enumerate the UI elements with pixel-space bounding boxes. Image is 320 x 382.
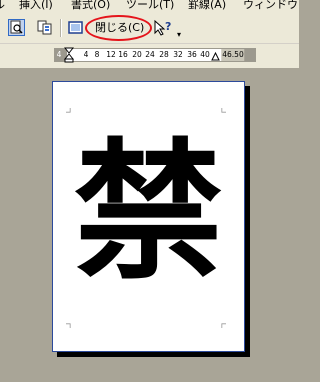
ruler-right-label: 46.50 [221,49,245,61]
menu-item-table[interactable]: 罫線(A) [188,0,226,11]
ruler-tick: 16 [118,50,128,59]
horizontal-ruler[interactable]: 4 4 8 12 16 20 24 28 32 36 40 46.50 [54,47,256,63]
magnifier-icon[interactable] [8,19,25,36]
ruler-tick: 8 [94,50,100,59]
ruler-tick: 12 [106,50,116,59]
margin-corner-mark [221,108,226,113]
indent-marker-icon[interactable] [64,47,74,63]
toolbar-separator [60,19,62,37]
ruler-margin-label: 4 [56,50,62,59]
margin-corner-mark [66,108,71,113]
help-pointer-icon[interactable]: ? [153,19,173,36]
preview-page[interactable]: 禁 [52,81,245,352]
menu-bar: ル 挿入(I) 書式(O) ツール(T) 罫線(A) ウィンドウ [0,0,299,13]
preview-toolbar: 閉じる(C) ? ▾ [0,13,299,44]
margin-corner-mark [221,323,226,328]
right-indent-marker-icon[interactable] [211,51,220,61]
ruler-tick: 4 [83,50,89,59]
multi-page-icon[interactable] [36,19,53,36]
menu-item-format[interactable]: 書式(O) [71,0,110,11]
close-highlight-annotation [85,15,152,41]
svg-text:?: ? [165,20,171,33]
menu-item-tools[interactable]: ツール(T) [126,0,174,11]
document-text: 禁 [73,124,224,300]
ruler-tick: 36 [187,50,197,59]
ruler-tick: 40 [200,50,210,59]
ruler-tick: 20 [132,50,142,59]
menu-item-partial[interactable]: ル [0,0,5,11]
menu-item-insert[interactable]: 挿入(I) [19,0,53,11]
full-screen-icon[interactable] [67,19,84,36]
ruler-tick: 28 [159,50,169,59]
menu-item-window[interactable]: ウィンドウ [243,0,298,11]
ruler-tick: 32 [173,50,183,59]
ruler-tick: 24 [145,50,155,59]
margin-corner-mark [66,323,71,328]
toolbar-options-icon[interactable]: ▾ [177,30,181,39]
ruler-bar: 4 4 8 12 16 20 24 28 32 36 40 46.50 [0,44,299,68]
